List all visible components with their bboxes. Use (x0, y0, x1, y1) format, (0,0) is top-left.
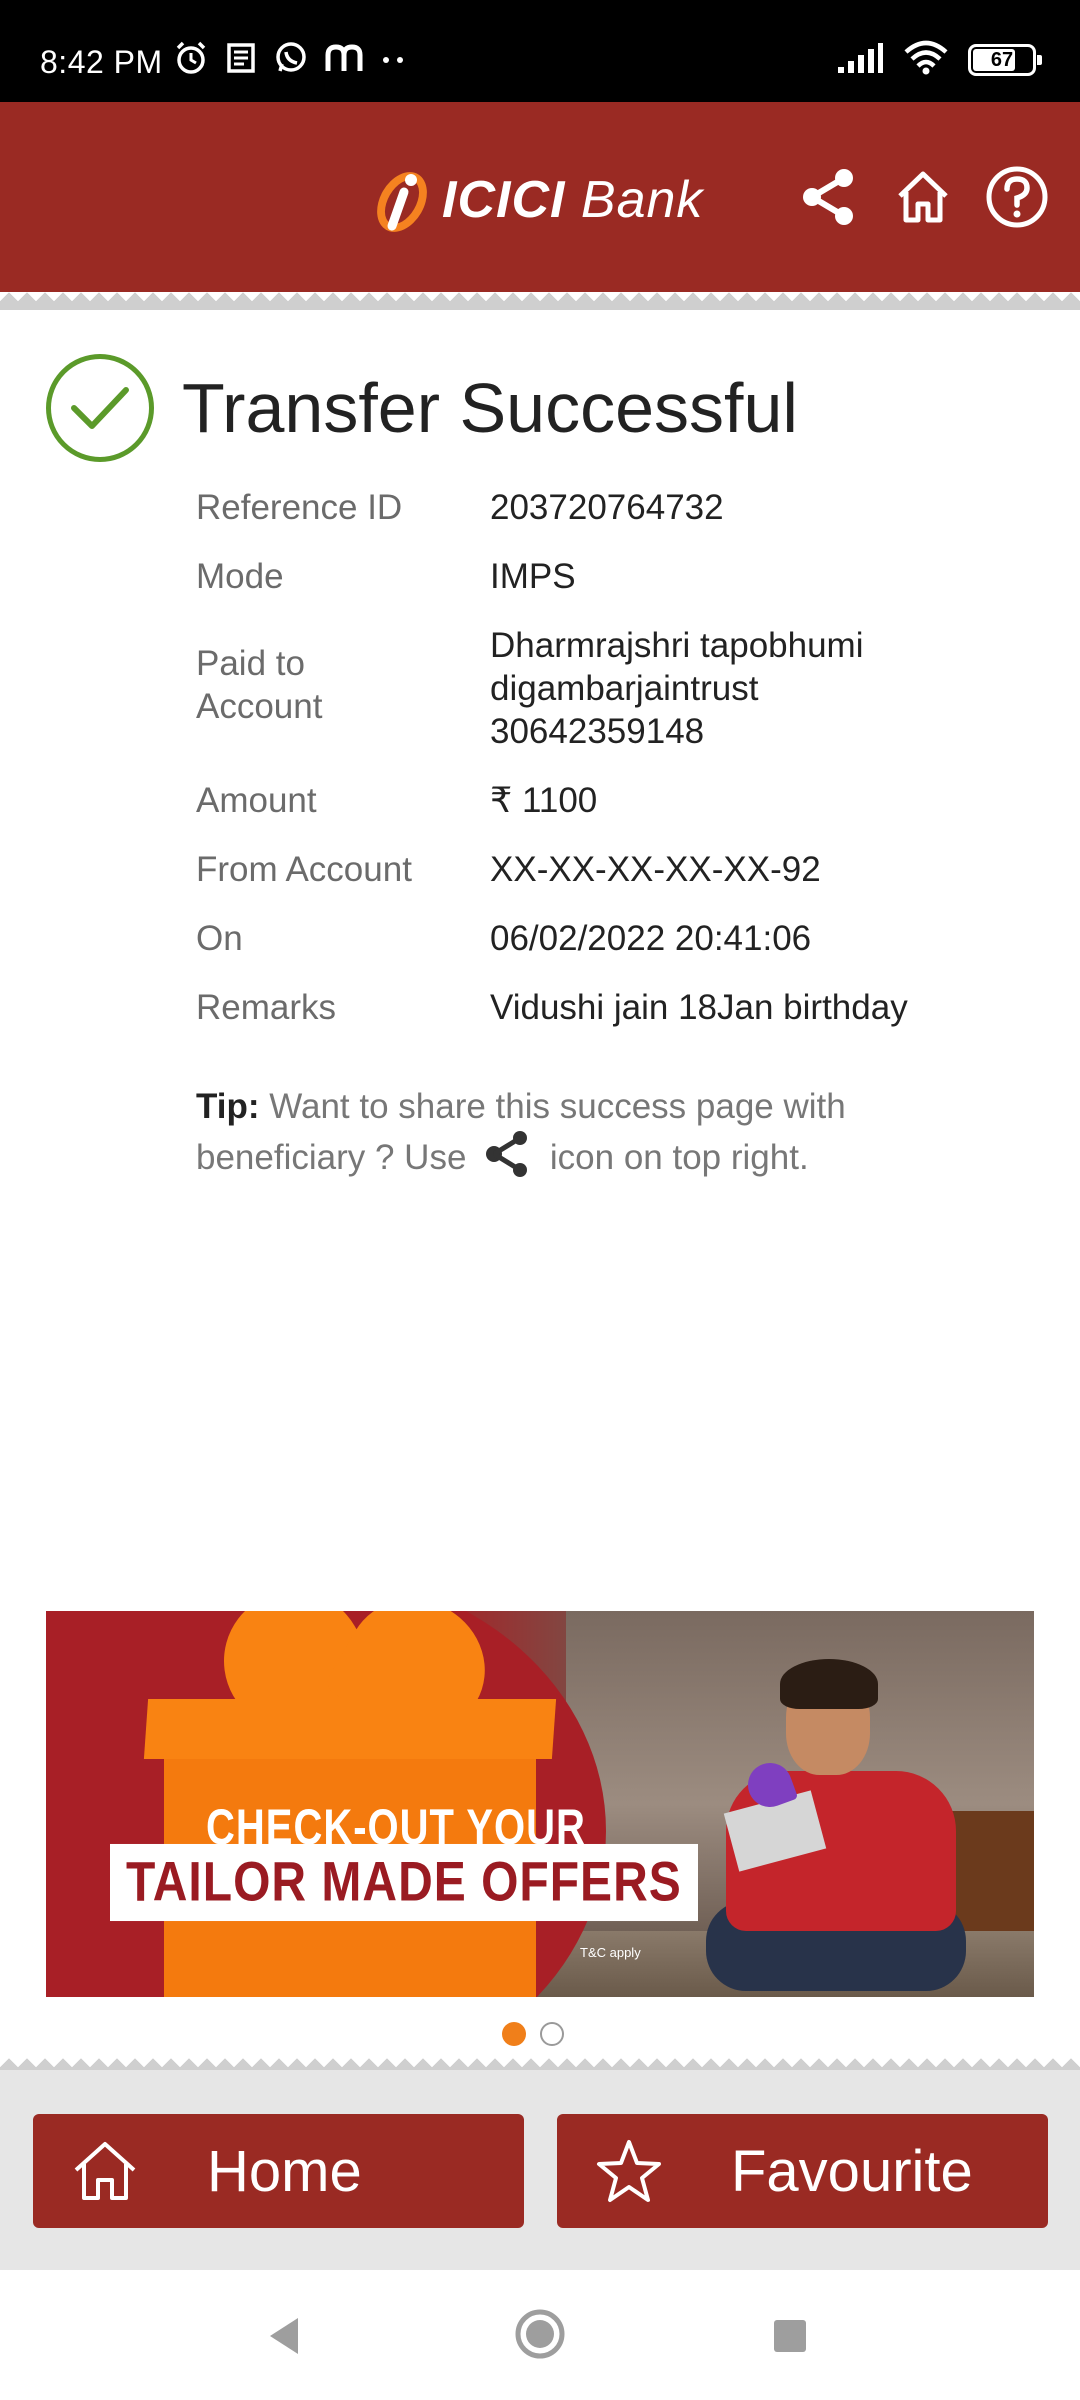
person-hair (780, 1659, 878, 1709)
detail-row-on: On 06/02/2022 20:41:06 (196, 917, 1036, 960)
status-time: 8:42 PM (40, 44, 163, 80)
status-bar: 8:42 PM 67 (0, 0, 1080, 102)
carousel-dot-active[interactable] (502, 2022, 526, 2046)
page-title: Transfer Successful (182, 369, 798, 447)
system-nav-bar (0, 2270, 1080, 2400)
offer-subheadline: TAILOR MADE OFFERS (110, 1843, 698, 1922)
payee-name-line1: Dharmrajshri tapobhumi (490, 626, 864, 665)
gift-lid (143, 1699, 557, 1759)
share-icon[interactable] (796, 164, 862, 230)
header-zigzag-divider (0, 292, 1080, 310)
carousel-dot[interactable] (540, 2022, 564, 2046)
check-circle-icon (46, 354, 154, 462)
logo-light: Bank (580, 171, 704, 229)
detail-row-reference-id: Reference ID 203720764732 (196, 486, 1036, 529)
payee-name-line2: digambarjaintrust (490, 669, 759, 708)
bottom-action-bar: Home Favourite (0, 2070, 1080, 2270)
detail-label: On (196, 919, 243, 958)
detail-value: IMPS (490, 557, 576, 596)
nav-home-icon[interactable] (514, 2308, 566, 2365)
detail-label: Mode (196, 557, 284, 596)
header-actions (796, 164, 1050, 230)
home-icon[interactable] (890, 164, 956, 230)
transaction-details: Reference ID 203720764732 Mode IMPS Paid… (196, 486, 1036, 1055)
whatsapp-icon (272, 39, 310, 82)
detail-row-paid-to-account: Paid to Account Dharmrajshri tapobhumi d… (196, 624, 1036, 753)
battery-icon: 67 (968, 44, 1042, 76)
star-icon (589, 2131, 669, 2211)
terms-note: T&C apply (580, 1945, 641, 1960)
detail-value: ₹ 1100 (490, 781, 598, 820)
recent-apps-icon[interactable] (774, 2320, 806, 2352)
back-icon[interactable] (264, 2314, 304, 2363)
app-header: ICICI Bank (0, 102, 1080, 292)
payee-account-number: 30642359148 (490, 712, 705, 751)
share-tip: Tip: Want to share this success page wit… (196, 1084, 996, 1190)
success-heading: Transfer Successful (46, 354, 798, 462)
detail-value: Dharmrajshri tapobhumi digambarjaintrust… (490, 624, 1036, 753)
home-button-label: Home (207, 2138, 362, 2204)
detail-label: Remarks (196, 988, 337, 1027)
wifi-icon (902, 40, 950, 81)
icici-logo-mark (377, 172, 427, 232)
home-icon (65, 2131, 145, 2211)
signal-icon (836, 41, 884, 80)
battery-level: 67 (990, 48, 1014, 71)
home-button[interactable]: Home (33, 2114, 524, 2228)
detail-row-amount: Amount ₹ 1100 (196, 779, 1036, 822)
tip-text-after: icon on top right. (549, 1137, 809, 1177)
notification-icons (172, 40, 408, 80)
system-icons: 67 (836, 38, 1042, 82)
detail-value: 06/02/2022 20:41:06 (490, 919, 812, 958)
help-icon[interactable] (984, 164, 1050, 230)
favourite-button[interactable]: Favourite (557, 2114, 1048, 2228)
carousel-indicators (502, 2022, 564, 2046)
logo-bold: ICICI (442, 171, 566, 229)
offers-banner[interactable]: CHECK-OUT YOUR TAILOR MADE OFFERS T&C ap… (46, 1611, 1034, 1997)
alarm-icon (172, 39, 210, 82)
detail-row-mode: Mode IMPS (196, 555, 1036, 598)
icici-logo: ICICI Bank (368, 160, 703, 240)
detail-value: Vidushi jain 18Jan birthday (490, 988, 908, 1027)
detail-label: Amount (196, 781, 317, 820)
favourite-button-label: Favourite (731, 2138, 973, 2204)
more-dots-icon (378, 48, 408, 73)
logo-text: ICICI Bank (442, 170, 703, 230)
detail-value: 203720764732 (490, 488, 724, 527)
detail-row-from-account: From Account XX-XX-XX-XX-XX-92 (196, 848, 1036, 891)
banner-person-photo (686, 1651, 986, 1991)
detail-row-remarks: Remarks Vidushi jain 18Jan birthday (196, 986, 1036, 1029)
detail-label: Reference ID (196, 488, 403, 527)
detail-label: Paid to Account (196, 644, 323, 726)
share-icon (482, 1129, 534, 1190)
detail-label: From Account (196, 850, 412, 889)
news-icon (224, 41, 258, 80)
detail-value: XX-XX-XX-XX-XX-92 (490, 850, 821, 889)
m-icon (324, 41, 364, 80)
tip-prefix: Tip: (196, 1087, 260, 1126)
